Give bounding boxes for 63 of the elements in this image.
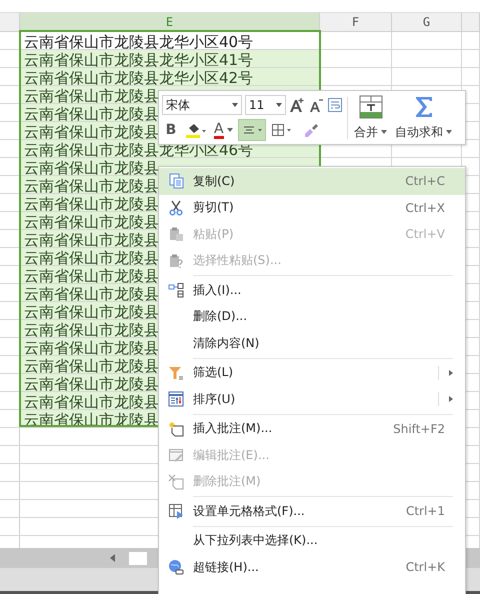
globe-link-icon [168,559,184,576]
table-cell-text: 云南省保山市龙陵县龙华小区42号 [23,70,254,87]
menu-item[interactable]: 插入批注(M)... Shift+F2 [159,416,465,442]
table-cell-text: 云南省保山市龙陵县龙华小区41号 [23,52,254,69]
clipboard-icon [168,226,184,242]
menu-item[interactable]: 复制(C) Ctrl+C [159,168,465,194]
menu-item[interactable]: 筛选(L) [159,360,465,386]
menu-item[interactable]: 从下拉列表中选择(K)... [159,528,465,554]
cut-icon [168,200,184,216]
clipboard-question-icon [168,252,184,269]
paint-bucket-icon [185,122,207,138]
font-color-button[interactable]: A [212,119,235,141]
caret-icon [446,130,452,134]
shrink-font-icon[interactable] [308,97,324,113]
menu-item[interactable]: 清除内容(N) [159,330,465,356]
new-note-icon [168,420,184,437]
table-cell-text: 云南省保山市龙陵县 [23,232,159,249]
menu-item[interactable]: 删除(D)... [159,304,465,330]
wrap-text-icon[interactable] [327,97,343,113]
scrollbar-track[interactable] [129,552,147,564]
table-cell-text: 云南省保山市龙陵县 [23,214,159,231]
table-cell-text: 云南省保山市龙陵县龙华小区40号 [23,34,254,51]
font-dropdown[interactable]: 宋体 [162,95,242,115]
table-cell-text: 云南省保山市龙陵县 [23,358,159,375]
menu-item[interactable]: 排序(U) [159,386,465,412]
merge-cells-icon [358,94,382,118]
table-cell-text: 云南省保山市龙陵县 [23,268,159,285]
table-cell-text: 云南省保山市龙陵县 [23,88,159,105]
format-cells-icon [168,503,184,520]
table-cell-text: 云南省保山市龙陵县 [23,376,159,393]
scroll-left-icon[interactable] [110,554,115,562]
size-dropdown[interactable]: 11 [245,95,286,115]
menu-item[interactable]: 插入(I)... [159,277,465,304]
merge-button[interactable]: 合并 [352,94,389,140]
funnel-icon [168,364,184,381]
edit-note-icon [168,447,184,464]
caret-icon [226,128,233,132]
autosum-button[interactable]: 自动求和 [393,94,454,140]
table-cell-text: 云南省保山市龙陵县 [23,196,159,213]
table-cell-text: 云南省保山市龙陵县 [23,394,159,411]
caret-icon [381,130,387,134]
table-cell-text: 云南省保山市龙陵县 [23,160,159,177]
column-header[interactable]: G [392,13,462,31]
border-grid-icon [270,122,293,138]
align-center-button[interactable] [238,119,266,141]
table-cell-text: 云南省保山市龙陵县 [23,178,159,195]
table-cell-text: 云南省保山市龙陵县 [23,124,159,141]
table-cell-text: 云南省保山市龙陵县 [23,286,159,303]
column-header[interactable]: F [320,13,392,31]
menu-item[interactable]: 剪切(T) Ctrl+X [159,194,465,221]
sort-icon [168,391,184,408]
menu-item[interactable]: 设置单元格格式(F)... Ctrl+1 [159,498,465,524]
insert-cells-icon [168,282,184,298]
bold-button[interactable]: B [162,119,180,141]
menu-item[interactable]: 超链接(H)... Ctrl+K [159,554,465,580]
table-cell-text: 云南省保山市龙陵县 [23,250,159,267]
table-cell-text: 云南省保山市龙陵县 [23,304,159,321]
table-cell-text: 云南省保山市龙陵县 [23,106,159,123]
table-cell-text: 云南省保山市龙陵县 [23,340,159,357]
copy-icon [168,173,184,190]
grow-font-icon[interactable] [289,97,305,113]
table-cell-text: 云南省保山市龙陵县 [23,322,159,339]
delete-note-icon [168,474,184,490]
